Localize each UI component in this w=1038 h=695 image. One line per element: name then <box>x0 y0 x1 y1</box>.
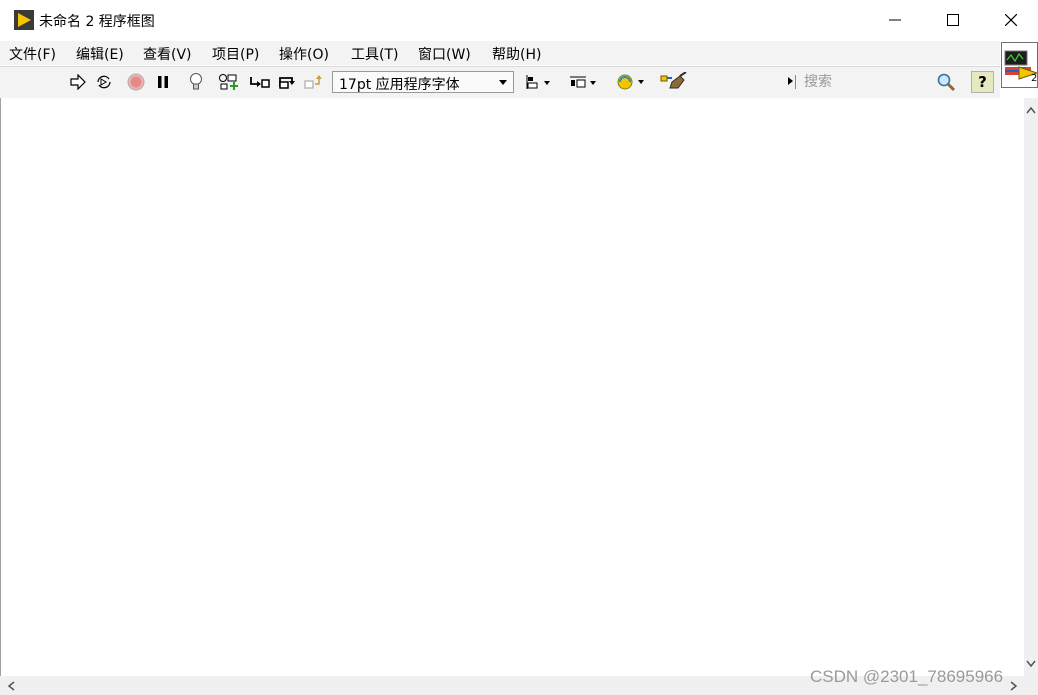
reorder-icon[interactable] <box>614 72 648 92</box>
pause-icon[interactable] <box>152 72 174 92</box>
scrollbar-corner <box>1024 676 1038 695</box>
close-icon <box>1005 14 1017 26</box>
vertical-scrollbar[interactable] <box>1024 98 1038 676</box>
search-box <box>788 71 966 93</box>
menu-help[interactable]: 帮助(H) <box>492 44 541 64</box>
search-input[interactable] <box>800 71 950 93</box>
scroll-up-icon[interactable] <box>1025 104 1037 116</box>
close-button[interactable] <box>982 0 1038 40</box>
step-into-icon[interactable] <box>249 72 271 92</box>
run-arrow-icon[interactable] <box>67 72 89 92</box>
vi-icon-pane[interactable]: 2 <box>1001 42 1038 88</box>
abort-execution-icon[interactable] <box>125 72 147 92</box>
context-help-button[interactable]: ? <box>971 71 994 93</box>
step-over-icon[interactable] <box>277 72 299 92</box>
scroll-down-icon[interactable] <box>1025 658 1037 670</box>
minimize-button[interactable] <box>866 0 924 40</box>
search-expand-icon[interactable] <box>788 77 793 85</box>
toolbar: 17pt 应用程序字体 ? <box>0 66 1000 99</box>
block-diagram-canvas[interactable] <box>0 98 1024 676</box>
labview-app-icon <box>14 10 34 30</box>
scroll-left-icon[interactable] <box>5 680 17 692</box>
font-select-value: 17pt 应用程序字体 <box>339 77 460 93</box>
run-continuously-icon[interactable] <box>93 72 115 92</box>
vi-icon-label: 2 <box>1031 73 1038 84</box>
scroll-right-icon[interactable] <box>1008 680 1020 692</box>
title-bar: 未命名 2 程序框图 <box>0 0 1038 41</box>
distribute-objects-icon[interactable] <box>567 72 601 92</box>
highlight-execution-bulb-icon[interactable] <box>185 72 207 92</box>
menu-window[interactable]: 窗口(W) <box>418 44 471 64</box>
watermark-text: CSDN @2301_78695966 <box>810 667 1004 686</box>
menu-view[interactable]: 查看(V) <box>143 44 192 64</box>
question-mark-icon: ? <box>978 73 987 91</box>
step-out-icon[interactable] <box>303 72 325 92</box>
retain-wire-values-icon[interactable] <box>218 72 240 92</box>
chevron-down-icon <box>499 80 507 85</box>
menu-project[interactable]: 项目(P) <box>212 44 259 64</box>
menu-file[interactable]: 文件(F) <box>9 44 56 64</box>
menu-operate[interactable]: 操作(O) <box>279 44 329 64</box>
menu-edit[interactable]: 编辑(E) <box>76 44 124 64</box>
font-select[interactable]: 17pt 应用程序字体 <box>332 71 514 93</box>
menu-tools[interactable]: 工具(T) <box>351 44 398 64</box>
minimize-icon <box>889 19 901 21</box>
window-title: 未命名 2 程序框图 <box>39 14 155 30</box>
align-objects-icon[interactable] <box>523 72 555 92</box>
clean-up-diagram-icon[interactable] <box>660 72 688 92</box>
menu-bar: 文件(F) 编辑(E) 查看(V) 项目(P) 操作(O) 工具(T) 窗口(W… <box>0 41 1000 65</box>
search-icon[interactable] <box>936 72 956 96</box>
maximize-icon <box>947 14 959 26</box>
maximize-button[interactable] <box>924 0 982 40</box>
